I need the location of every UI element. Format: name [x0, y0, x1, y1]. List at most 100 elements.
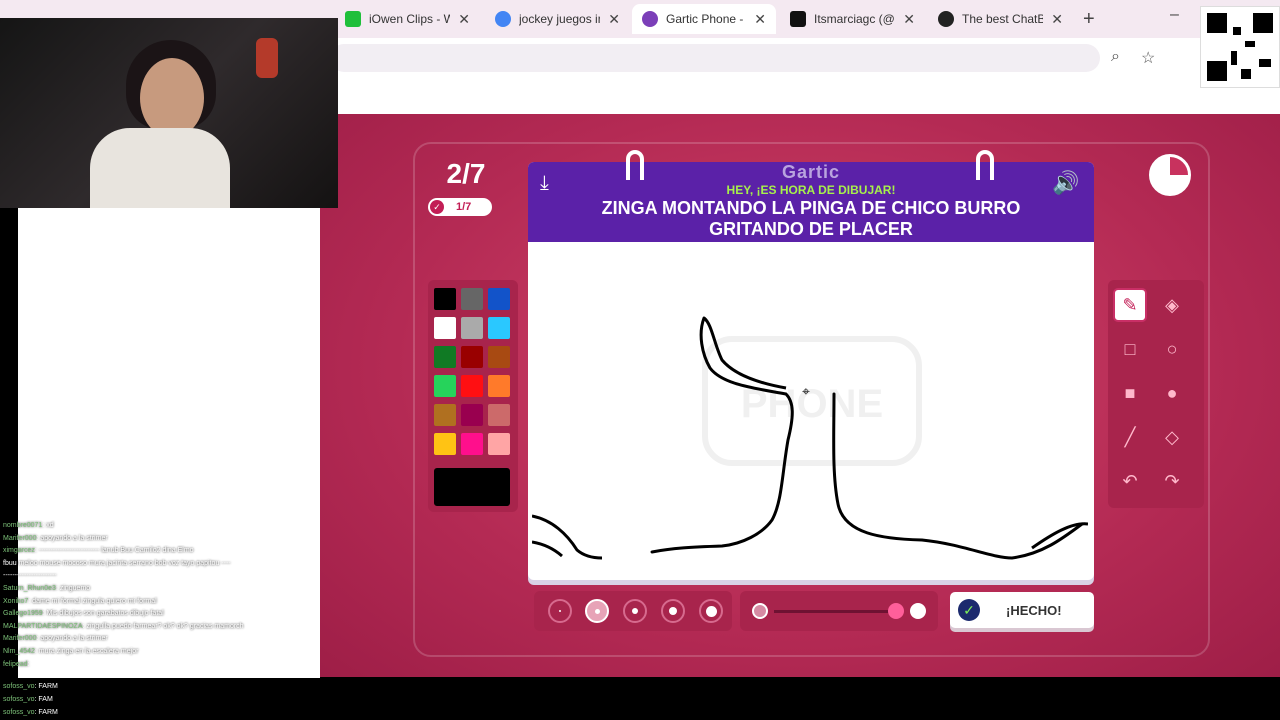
opacity-track[interactable]	[774, 610, 894, 613]
size-5-button[interactable]	[699, 599, 723, 623]
rectangle-outline-icon[interactable]: □	[1113, 332, 1147, 366]
color-swatch[interactable]	[488, 317, 510, 339]
download-icon[interactable]: ⤓	[540, 172, 549, 195]
chat-message: nombre0071: xd	[3, 522, 54, 529]
close-tab-icon[interactable]: ✕	[903, 11, 915, 28]
line-tool-icon[interactable]: ╱	[1113, 420, 1147, 454]
drawing-prompt: ZINGA MONTANDO LA PINGA DE CHICO BURRO G…	[601, 198, 1021, 239]
tab-tiktok[interactable]: Itsmarciagc (@it ✕	[780, 4, 925, 34]
tab-jockey-juegos[interactable]: jockey juegos in ✕	[485, 4, 630, 34]
new-tab-button[interactable]: +	[1083, 8, 1095, 31]
cursor-icon: ⌖	[802, 384, 810, 400]
drawing-strokes: ⌖	[532, 316, 1088, 560]
minimize-button[interactable]: –	[1170, 6, 1179, 24]
tab-title: iOwen Clips - W	[369, 12, 451, 26]
chat-message: Saturn_Rhun0e3: zinguemo	[3, 584, 91, 592]
color-swatch[interactable]	[461, 433, 483, 455]
color-swatch[interactable]	[434, 346, 456, 368]
chat-bottom: sofoss_vo: FARM sofoss_vo: FAM sofoss_vo…	[0, 680, 320, 720]
color-swatch[interactable]	[434, 288, 456, 310]
bucket-tool-icon[interactable]: ◇	[1155, 420, 1189, 454]
tool-panel: ✎ ◈ □ ○ ■ ● ╱ ◇ ↶ ↷	[1108, 280, 1204, 508]
players-done-count: 1/7	[456, 201, 472, 213]
volume-icon[interactable]: 🔊	[1052, 170, 1079, 196]
chat-message: Marifer000: apoyando a la strimer	[3, 635, 108, 643]
size-3-button[interactable]	[623, 599, 647, 623]
color-swatch[interactable]	[488, 433, 510, 455]
color-swatch[interactable]	[434, 433, 456, 455]
check-icon: ✓	[430, 200, 444, 214]
webcam-overlay	[0, 18, 338, 208]
color-swatch[interactable]	[488, 346, 510, 368]
tiktok-icon	[790, 11, 806, 27]
rectangle-fill-icon[interactable]: ■	[1113, 376, 1147, 410]
size-2-button[interactable]	[585, 599, 609, 623]
page-header-strip	[338, 80, 1280, 114]
chat-log: nombre0071: xd Marifer000: apoyando a la…	[0, 520, 320, 670]
chatgpt-icon	[938, 11, 954, 27]
tab-chatbot[interactable]: The best ChatBo ✕	[928, 4, 1073, 34]
tab-title: The best ChatBo	[962, 12, 1044, 26]
close-tab-icon[interactable]: ✕	[1051, 11, 1063, 28]
chat-message: sofoss_vo: FAM	[3, 696, 53, 703]
eraser-tool-icon[interactable]: ◈	[1155, 288, 1189, 322]
done-button-label: ¡HECHO!	[1006, 602, 1062, 618]
size-1-button[interactable]	[548, 599, 572, 623]
gartic-logo: Gartic	[781, 162, 841, 182]
color-swatch[interactable]	[461, 404, 483, 426]
circle-outline-icon[interactable]: ○	[1155, 332, 1189, 366]
chat-message: Gallego1959: Mis dibujos son garabatos d…	[3, 610, 164, 618]
round-counter: 2/7	[446, 158, 486, 189]
opacity-slider[interactable]	[740, 591, 938, 631]
brush-size-bar	[534, 591, 732, 631]
zoom-icon[interactable]: ⌕	[1111, 48, 1120, 66]
google-icon	[495, 11, 511, 27]
drawing-board: Gartic HEY, ¡ES HORA DE DIBUJAR! ZINGA M…	[528, 150, 1094, 580]
tab-gartic-phone[interactable]: Gartic Phone - T ✕	[632, 4, 776, 34]
tab-title: Itsmarciagc (@it	[814, 12, 896, 26]
color-swatch[interactable]	[488, 375, 510, 397]
pencil-tool-icon[interactable]: ✎	[1113, 288, 1147, 322]
color-swatch[interactable]	[434, 317, 456, 339]
close-tab-icon[interactable]: ✕	[458, 11, 470, 28]
hook-icon	[626, 150, 644, 180]
done-button[interactable]: ✓ ¡HECHO!	[950, 592, 1094, 628]
opacity-high-icon	[910, 603, 926, 619]
tab-title: jockey juegos in	[519, 12, 601, 26]
opacity-knob[interactable]	[888, 603, 904, 619]
color-swatch[interactable]	[461, 346, 483, 368]
omnibox[interactable]	[330, 44, 1100, 72]
undo-icon[interactable]: ↶	[1113, 464, 1147, 498]
chat-message: sofoss_vo: FARM	[3, 683, 58, 690]
close-tab-icon[interactable]: ✕	[608, 11, 620, 28]
bookmark-star-icon[interactable]: ☆	[1141, 48, 1155, 68]
timer-icon	[1149, 154, 1191, 196]
color-swatch[interactable]	[488, 288, 510, 310]
tab-iowen-clips[interactable]: iOwen Clips - W ✕	[335, 4, 480, 34]
chat-message: MALPARTIDAESPINOZA: zingulla puedo farme…	[3, 622, 244, 630]
gartic-icon	[642, 11, 658, 27]
chat-message: Nlm_4542: mura zinga en la escalera mejo…	[3, 647, 139, 655]
redo-icon[interactable]: ↷	[1155, 464, 1189, 498]
color-swatch[interactable]	[488, 404, 510, 426]
hook-icon	[976, 150, 994, 180]
checkmark-icon: ✓	[958, 599, 980, 621]
color-swatch[interactable]	[434, 404, 456, 426]
circle-fill-icon[interactable]: ●	[1155, 376, 1189, 410]
color-swatch[interactable]	[434, 375, 456, 397]
chat-message: felipead:	[3, 660, 30, 668]
chat-message: ximgarcez: -------------------------- la…	[3, 547, 194, 555]
chat-message: fbuu meloo mouse mocoso mura jacinta ser…	[3, 559, 231, 567]
size-4-button[interactable]	[661, 599, 685, 623]
drawing-canvas[interactable]: PHONE ⌖	[532, 244, 1088, 568]
qr-code	[1200, 6, 1280, 88]
opacity-low-icon	[752, 603, 768, 619]
gartic-game-area: 2/7 ✓ 1/7 Gartic HEY, ¡ES HORA DE DIBUJA…	[320, 114, 1280, 677]
color-swatch[interactable]	[461, 317, 483, 339]
draw-instruction: HEY, ¡ES HORA DE DIBUJAR!	[726, 183, 896, 197]
chat-message: Marifer000: apoyando a la strimer	[3, 534, 108, 542]
close-tab-icon[interactable]: ✕	[754, 11, 766, 28]
color-swatch[interactable]	[461, 288, 483, 310]
chat-message: -----------------------	[3, 572, 57, 580]
color-swatch[interactable]	[461, 375, 483, 397]
